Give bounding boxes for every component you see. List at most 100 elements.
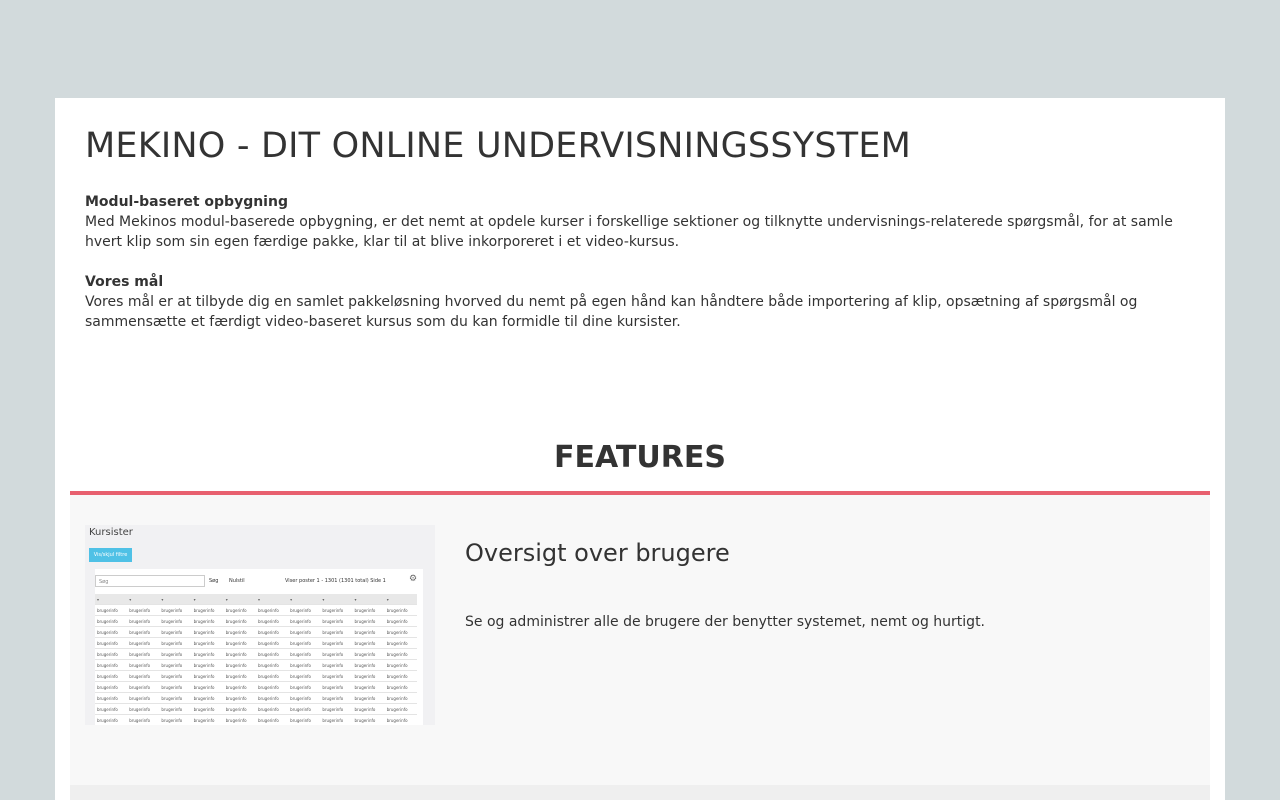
thumbnail-table-row: brugerinfo brugerinfo brugerinfo brugerinfo…: [95, 681, 417, 693]
thumbnail-table-cell: brugerinfo: [255, 670, 289, 682]
thumbnail-table-cell: brugerinfo: [288, 714, 321, 725]
thumbnail-table-cell: brugerinfo: [159, 670, 192, 682]
thumbnail-table-cell: brugerinfo: [288, 637, 321, 649]
section-heading: Vores mål: [85, 274, 164, 290]
thumbnail-table-cell: brugerinfo: [191, 703, 224, 715]
thumbnail-table-cell: brugerinfo: [384, 681, 417, 693]
thumbnail-table-cell: brugerinfo: [384, 626, 417, 638]
thumbnail-table-cell: brugerinfo: [127, 681, 160, 693]
thumbnail-table-cell: brugerinfo: [191, 604, 224, 616]
thumbnail-table-cell: brugerinfo: [320, 648, 353, 660]
thumbnail-header-cell: ▾: [191, 594, 224, 605]
thumbnail-header-cell: ▾: [384, 594, 417, 605]
thumbnail-table-cell: brugerinfo: [288, 615, 321, 627]
thumbnail-table-cell: brugerinfo: [191, 626, 224, 638]
thumbnail-table-cell: brugerinfo: [320, 637, 353, 649]
thumbnail-table-row: brugerinfo brugerinfo brugerinfo brugerinfo…: [95, 670, 417, 682]
thumbnail-table-cell: brugerinfo: [223, 714, 256, 725]
thumbnail-table-cell: brugerinfo: [191, 692, 224, 704]
thumbnail-table-cell: brugerinfo: [352, 604, 385, 616]
thumbnail-table-cell: brugerinfo: [223, 681, 256, 693]
thumbnail-table-cell: brugerinfo: [320, 703, 353, 715]
thumbnail-header-cell: ▾: [352, 594, 385, 605]
thumbnail-filter-button: Vis/skjul filtre: [89, 548, 132, 562]
thumbnail-table-cell: brugerinfo: [127, 615, 160, 627]
thumbnail-table-cell: brugerinfo: [384, 670, 417, 682]
thumbnail-table-cell: brugerinfo: [320, 659, 353, 671]
thumbnail-table-cell: brugerinfo: [352, 692, 385, 704]
thumbnail-table-cell: brugerinfo: [191, 637, 224, 649]
thumbnail-table-cell: brugerinfo: [191, 670, 224, 682]
thumbnail-table-cell: brugerinfo: [320, 615, 353, 627]
thumbnail-table-row: brugerinfo brugerinfo brugerinfo brugerinfo…: [95, 604, 417, 616]
thumbnail-table-cell: brugerinfo: [95, 637, 128, 649]
thumbnail-table-cell: brugerinfo: [288, 648, 321, 660]
thumbnail-table-cell: brugerinfo: [127, 626, 160, 638]
thumbnail-header-cell: ▾: [255, 594, 289, 605]
thumbnail-table-cell: brugerinfo: [127, 670, 160, 682]
thumbnail-table-cell: brugerinfo: [127, 714, 160, 725]
thumbnail-table-cell: brugerinfo: [95, 681, 128, 693]
thumbnail-table-cell: brugerinfo: [127, 703, 160, 715]
thumbnail-table-cell: brugerinfo: [255, 681, 289, 693]
thumbnail-table-cell: brugerinfo: [127, 648, 160, 660]
thumbnail-table-row: brugerinfo brugerinfo brugerinfo brugerinfo…: [95, 648, 417, 660]
section-body: Vores mål er at tilbyde dig en samlet pa…: [85, 294, 1138, 330]
thumbnail-table-cell: brugerinfo: [159, 604, 192, 616]
thumbnail-table-cell: brugerinfo: [320, 670, 353, 682]
thumbnail-table-cell: brugerinfo: [255, 615, 289, 627]
thumbnail-table-cell: brugerinfo: [255, 692, 289, 704]
thumbnail-table-cell: brugerinfo: [352, 648, 385, 660]
thumbnail-table-cell: brugerinfo: [223, 626, 256, 638]
thumbnail-paging: Viser poster 1 - 1301 (1301 total) Side …: [285, 578, 386, 584]
thumbnail-table-cell: brugerinfo: [255, 637, 289, 649]
thumbnail-table-row: brugerinfo brugerinfo brugerinfo brugerinfo…: [95, 703, 417, 715]
thumbnail-search-input: Søg: [95, 575, 205, 587]
thumbnail-table-cell: brugerinfo: [288, 681, 321, 693]
thumbnail-table-cell: brugerinfo: [288, 626, 321, 638]
thumbnail-table-row: brugerinfo brugerinfo brugerinfo brugerinfo…: [95, 626, 417, 638]
thumbnail-table-row: brugerinfo brugerinfo brugerinfo brugerinfo…: [95, 659, 417, 671]
thumbnail-table-cell: brugerinfo: [159, 626, 192, 638]
feature-thumbnail: Kursister Vis/skjul filtre Søg Søg Nulst…: [85, 525, 435, 725]
thumbnail-table-cell: brugerinfo: [159, 659, 192, 671]
thumbnail-table-cell: brugerinfo: [320, 714, 353, 725]
thumbnail-table-cell: brugerinfo: [191, 648, 224, 660]
thumbnail-search-button: Søg: [209, 578, 219, 584]
thumbnail-table-cell: brugerinfo: [255, 648, 289, 660]
thumbnail-table-cell: brugerinfo: [191, 615, 224, 627]
feature-description: Se og administrer alle de brugere der be…: [465, 614, 986, 630]
thumbnail-table-cell: brugerinfo: [95, 626, 128, 638]
thumbnail-table-cell: brugerinfo: [255, 703, 289, 715]
thumbnail-table-cell: brugerinfo: [352, 637, 385, 649]
thumbnail-table-cell: brugerinfo: [95, 648, 128, 660]
thumbnail-table-cell: brugerinfo: [288, 659, 321, 671]
thumbnail-table-cell: brugerinfo: [223, 670, 256, 682]
thumbnail-table-cell: brugerinfo: [95, 692, 128, 704]
thumbnail-table-cell: brugerinfo: [95, 670, 128, 682]
thumbnail-table-cell: brugerinfo: [288, 692, 321, 704]
thumbnail-table-cell: brugerinfo: [159, 703, 192, 715]
page-title: MEKINO - DIT ONLINE UNDERVISNINGSSYSTEM: [85, 126, 912, 166]
thumbnail-table-row: brugerinfo brugerinfo brugerinfo brugerinfo…: [95, 615, 417, 627]
thumbnail-table-cell: brugerinfo: [288, 604, 321, 616]
thumbnail-table-cell: brugerinfo: [352, 714, 385, 725]
thumbnail-table-cell: brugerinfo: [159, 692, 192, 704]
thumbnail-header-cell: ▾: [127, 594, 160, 605]
thumbnail-table-cell: brugerinfo: [127, 692, 160, 704]
thumbnail-table-cell: brugerinfo: [384, 648, 417, 660]
thumbnail-table-cell: brugerinfo: [127, 659, 160, 671]
thumbnail-table-cell: brugerinfo: [384, 615, 417, 627]
thumbnail-table-cell: brugerinfo: [384, 714, 417, 725]
thumbnail-table-cell: brugerinfo: [352, 615, 385, 627]
thumbnail-table-cell: brugerinfo: [320, 692, 353, 704]
thumbnail-table-cell: brugerinfo: [288, 703, 321, 715]
thumbnail-table-cell: brugerinfo: [191, 714, 224, 725]
thumbnail-table-row: brugerinfo brugerinfo brugerinfo brugerinfo…: [95, 637, 417, 649]
thumbnail-table-cell: brugerinfo: [352, 626, 385, 638]
section-heading: Modul-baseret opbygning: [85, 194, 288, 210]
thumbnail-table-cell: brugerinfo: [95, 703, 128, 715]
thumbnail-table-cell: brugerinfo: [352, 681, 385, 693]
thumbnail-reset-button: Nulstil: [229, 578, 245, 584]
thumbnail-table-cell: brugerinfo: [95, 714, 128, 725]
